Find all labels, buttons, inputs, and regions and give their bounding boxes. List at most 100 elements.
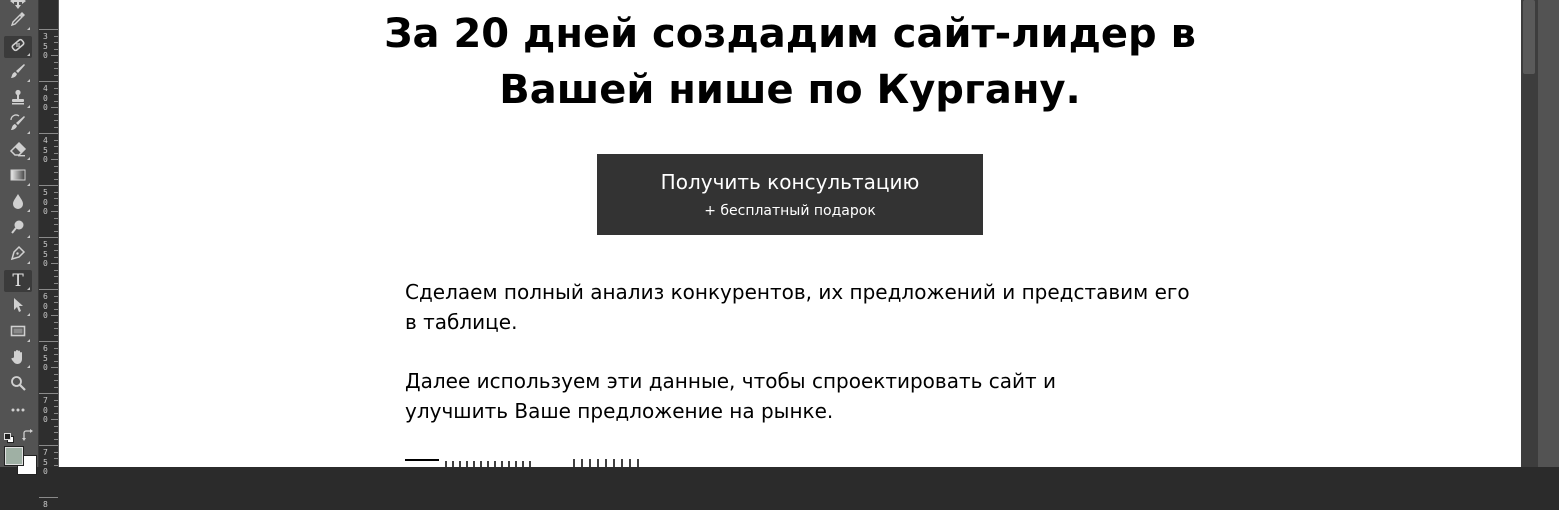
ruler-minor-tick [54,88,58,89]
pen-tool[interactable] [4,244,32,266]
tool-group-corner [27,261,30,264]
consultation-button[interactable]: Получить консультацию + бесплатный подар… [597,154,983,235]
zoom-tool[interactable] [4,374,32,396]
gradient-icon [9,166,27,189]
ruler-minor-tick [51,315,58,316]
rectangle-tool[interactable] [4,322,32,344]
pen-icon [9,244,27,267]
history-brush-tool[interactable] [4,113,32,136]
healing-brush-tool[interactable] [4,36,32,58]
ruler-minor-tick [54,452,58,453]
ruler-label: 750 [43,448,48,476]
foreground-color-swatch[interactable] [4,446,24,466]
ruler-major-tick [39,237,58,238]
type-icon: T [12,271,24,291]
headline-line-2: Вашей нише по Кургану. [499,67,1081,113]
clone-stamp-tool[interactable] [4,88,32,110]
ruler-label: 600 [43,292,48,320]
ruler-label: 8 [43,500,48,509]
tool-group-corner [27,209,30,212]
tool-group-corner [27,131,30,134]
ruler-major-tick [39,81,58,82]
ruler-label: 700 [43,396,48,424]
ruler-minor-tick [54,465,58,466]
ruler-minor-tick [54,218,58,219]
ruler-minor-tick [54,231,58,232]
tool-group-corner [27,235,30,238]
path-selection-icon [9,296,27,319]
ruler-minor-tick [54,49,58,50]
document-canvas[interactable]: За 20 дней создадим сайт-лидер в Вашей н… [59,0,1521,467]
ruler-minor-tick [54,36,58,37]
ruler-minor-tick [54,309,58,310]
headline: За 20 дней создадим сайт-лидер в Вашей н… [59,6,1521,118]
dodge-icon [9,218,27,241]
type-tool[interactable]: T [4,270,32,292]
ruler-minor-tick [54,120,58,121]
rectangle-icon [9,322,27,345]
ruler-minor-tick [54,140,58,141]
ruler-minor-tick [54,302,58,303]
blur-icon [9,192,27,215]
eraser-tool[interactable] [4,140,32,162]
blur-tool[interactable] [4,192,32,214]
paragraph-analysis: Сделаем полный анализ конкурентов, их пр… [405,277,1195,337]
ruler-major-tick [39,185,58,186]
ruler-minor-tick [54,146,58,147]
clone-stamp-icon [9,88,27,111]
ruler-minor-tick [54,439,58,440]
ruler-minor-tick [54,62,58,63]
ruler-minor-tick [54,426,58,427]
ruler-minor-tick [54,250,58,251]
ruler-minor-tick [54,153,58,154]
ruler-minor-tick [54,68,58,69]
side-panel-edge [1538,0,1559,467]
brush-icon [9,62,27,85]
vertical-ruler: 350 400 450 500 550 600 650 700 750 8 [39,0,59,509]
ruler-minor-tick [54,224,58,225]
ruler-minor-tick [54,179,58,180]
ruler-minor-tick [54,270,58,271]
hand-tool[interactable] [4,348,32,370]
paragraph-design-line-1: Далее используем эти данные, чтобы спрое… [405,369,1057,393]
ruler-minor-tick [51,159,58,160]
ruler-minor-tick [54,192,58,193]
healing-brush-icon [9,36,27,59]
eyedropper-tool[interactable] [4,10,32,32]
paragraph-design-line-2: улучшить Ваше предложение на рынке. [405,399,834,423]
color-swatches [0,420,38,475]
brush-tool[interactable] [4,62,32,84]
ruler-minor-tick [54,101,58,102]
ruler-minor-tick [54,283,58,284]
consultation-button-label: Получить консультацию [660,170,920,194]
tool-group-corner [27,339,30,342]
tool-group-corner [27,105,30,108]
paragraph-analysis-line-1: Сделаем полный анализ конкурентов, их пр… [405,280,1190,304]
ruler-minor-tick [54,328,58,329]
ruler-label: 550 [43,240,48,268]
ruler-minor-tick [54,432,58,433]
ruler-minor-tick [54,335,58,336]
gradient-tool[interactable] [4,166,32,188]
zoom-icon [9,374,27,397]
ruler-minor-tick [54,205,58,206]
ruler-minor-tick [54,322,58,323]
ruler-minor-tick [54,42,58,43]
tool-group-corner [27,183,30,186]
paragraph-design: Далее используем эти данные, чтобы спрое… [405,366,1195,426]
ruler-minor-tick [54,166,58,167]
default-colors-icon[interactable] [4,430,14,443]
more-tools-button[interactable] [4,400,32,422]
ruler-minor-tick [54,348,58,349]
path-selection-tool[interactable] [4,296,32,318]
ruler-minor-tick [54,296,58,297]
ruler-minor-tick [54,374,58,375]
scrollbar-thumb[interactable] [1523,0,1535,74]
ruler-label: 400 [43,84,48,112]
swap-colors-icon[interactable] [22,428,34,441]
tools-panel: T [0,0,39,475]
paragraph-cutoff [405,459,645,467]
ruler-label: 500 [43,188,48,216]
tool-group-corner [27,157,30,160]
dodge-tool[interactable] [4,218,32,240]
